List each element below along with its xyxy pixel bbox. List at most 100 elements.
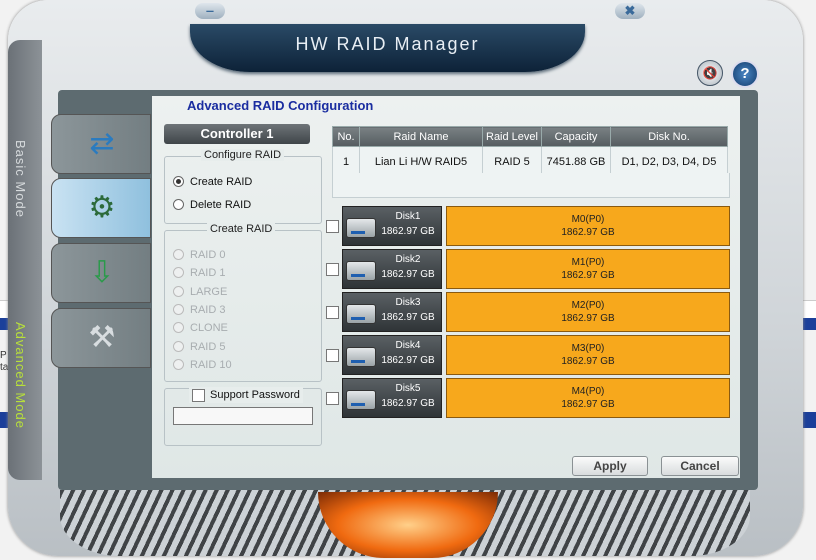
page-title: Advanced RAID Configuration	[187, 98, 374, 113]
disk-row: Disk3 1862.97 GB M2(P0) 1862.97 GB	[326, 292, 731, 332]
disk-capacity: 1862.97 GB	[381, 312, 435, 323]
disk-tile[interactable]: Disk4 1862.97 GB	[342, 335, 442, 375]
tools-gear-icon: ⚒	[88, 321, 116, 354]
member-id: M0(P0)	[571, 214, 605, 225]
radio-raid5[interactable]: RAID 5	[173, 339, 225, 355]
col-raid-level: Raid Level	[482, 126, 542, 147]
configure-raid-group: Configure RAID Create RAID Delete RAID	[164, 149, 322, 224]
member-capacity: 1862.97 GB	[561, 313, 615, 324]
radio-label: CLONE	[190, 322, 228, 334]
radio-dot	[173, 358, 184, 370]
radio-label: RAID 10	[190, 359, 232, 371]
raid-config-icon: ⚙	[88, 191, 116, 224]
disk-member-bar[interactable]: M4(P0) 1862.97 GB	[446, 378, 730, 418]
radio-clone[interactable]: CLONE	[173, 320, 228, 336]
disk-name: Disk5	[395, 383, 421, 394]
help-icon[interactable]: ?	[731, 60, 759, 88]
tab-transfer[interactable]: ⇄	[51, 114, 151, 174]
disk-name: Disk4	[395, 340, 421, 351]
radio-label: RAID 5	[190, 341, 226, 353]
disk-member-bar[interactable]: M0(P0) 1862.97 GB	[446, 206, 730, 246]
radio-label: Delete RAID	[190, 199, 252, 211]
mute-icon[interactable]: 🔇	[697, 60, 723, 86]
disk-member-bar[interactable]: M3(P0) 1862.97 GB	[446, 335, 730, 375]
table-empty-area	[332, 173, 730, 198]
disk-checkbox[interactable]	[326, 220, 339, 233]
member-id: M4(P0)	[571, 386, 605, 397]
radio-label: RAID 3	[190, 304, 226, 316]
radio-raid1[interactable]: RAID 1	[173, 265, 225, 281]
disk-capacity: 1862.97 GB	[381, 355, 435, 366]
hard-disk-icon	[346, 261, 376, 281]
radio-label: RAID 0	[190, 249, 226, 261]
app-title: HW RAID Manager	[295, 34, 480, 54]
disk-tile[interactable]: Disk5 1862.97 GB	[342, 378, 442, 418]
member-id: M1(P0)	[571, 257, 605, 268]
col-capacity: Capacity	[541, 126, 611, 147]
transfer-icon: ⇄	[89, 127, 115, 160]
col-no: No.	[332, 126, 360, 147]
checkbox-box	[192, 388, 205, 402]
disk-checkbox[interactable]	[326, 392, 339, 405]
radio-dot	[173, 248, 184, 260]
controller-label: Controller 1	[164, 124, 310, 144]
disk-capacity: 1862.97 GB	[381, 269, 435, 280]
radio-label: Create RAID	[190, 176, 253, 188]
member-capacity: 1862.97 GB	[561, 356, 615, 367]
member-id: M2(P0)	[571, 300, 605, 311]
radio-raid0[interactable]: RAID 0	[173, 247, 225, 263]
disk-name: Disk1	[395, 211, 421, 222]
support-password-checkbox[interactable]: Support Password	[189, 387, 303, 403]
advanced-mode-tab[interactable]: Advanced Mode	[13, 322, 28, 429]
member-capacity: 1862.97 GB	[561, 270, 615, 281]
col-disk-no: Disk No.	[610, 126, 728, 147]
radio-create-raid[interactable]: Create RAID	[173, 174, 252, 190]
disk-row: Disk1 1862.97 GB M0(P0) 1862.97 GB	[326, 206, 731, 246]
tab-tools[interactable]: ⚒	[51, 308, 151, 368]
radio-dot	[173, 321, 184, 333]
tab-download[interactable]: ⇩	[51, 243, 151, 303]
disk-checkbox[interactable]	[326, 306, 339, 319]
title-bar: HW RAID Manager	[190, 24, 585, 72]
hard-disk-icon	[346, 304, 376, 324]
radio-dot	[173, 285, 184, 297]
disk-name: Disk2	[395, 254, 421, 265]
configure-raid-title: Configure RAID	[201, 149, 285, 161]
disk-member-bar[interactable]: M2(P0) 1862.97 GB	[446, 292, 730, 332]
member-capacity: 1862.97 GB	[561, 399, 615, 410]
apply-button[interactable]: Apply	[572, 456, 648, 476]
disk-checkbox[interactable]	[326, 349, 339, 362]
create-raid-title: Create RAID	[207, 223, 276, 235]
password-group: Support Password	[164, 387, 322, 446]
disk-tile[interactable]: Disk2 1862.97 GB	[342, 249, 442, 289]
radio-large[interactable]: LARGE	[173, 284, 227, 300]
checkbox-label: Support Password	[210, 389, 300, 401]
disk-tile[interactable]: Disk3 1862.97 GB	[342, 292, 442, 332]
radio-dot	[173, 266, 184, 278]
radio-label: LARGE	[190, 286, 228, 298]
radio-raid10[interactable]: RAID 10	[173, 357, 232, 373]
hard-disk-icon	[346, 347, 376, 367]
radio-dot	[173, 340, 184, 352]
radio-dot	[173, 198, 184, 210]
disk-capacity: 1862.97 GB	[381, 226, 435, 237]
password-input[interactable]	[173, 407, 313, 425]
raid-table: No. Raid Name Raid Level Capacity Disk N…	[332, 126, 728, 178]
radio-dot	[173, 175, 184, 187]
hard-disk-icon	[346, 390, 376, 410]
create-raid-group: Create RAID RAID 0 RAID 1 LARGE RAID 3 C…	[164, 223, 322, 382]
table-header: No. Raid Name Raid Level Capacity Disk N…	[332, 126, 728, 147]
disk-name: Disk3	[395, 297, 421, 308]
disk-checkbox[interactable]	[326, 263, 339, 276]
disk-row: Disk5 1862.97 GB M4(P0) 1862.97 GB	[326, 378, 731, 418]
basic-mode-tab[interactable]: Basic Mode	[13, 140, 28, 218]
close-button[interactable]: ✖	[615, 3, 645, 19]
radio-delete-raid[interactable]: Delete RAID	[173, 197, 251, 213]
minimize-button[interactable]: ‒	[195, 3, 225, 19]
cancel-button[interactable]: Cancel	[661, 456, 739, 476]
radio-raid3[interactable]: RAID 3	[173, 302, 225, 318]
tab-raid-config[interactable]: ⚙	[51, 178, 151, 238]
member-capacity: 1862.97 GB	[561, 227, 615, 238]
disk-tile[interactable]: Disk1 1862.97 GB	[342, 206, 442, 246]
disk-member-bar[interactable]: M1(P0) 1862.97 GB	[446, 249, 730, 289]
